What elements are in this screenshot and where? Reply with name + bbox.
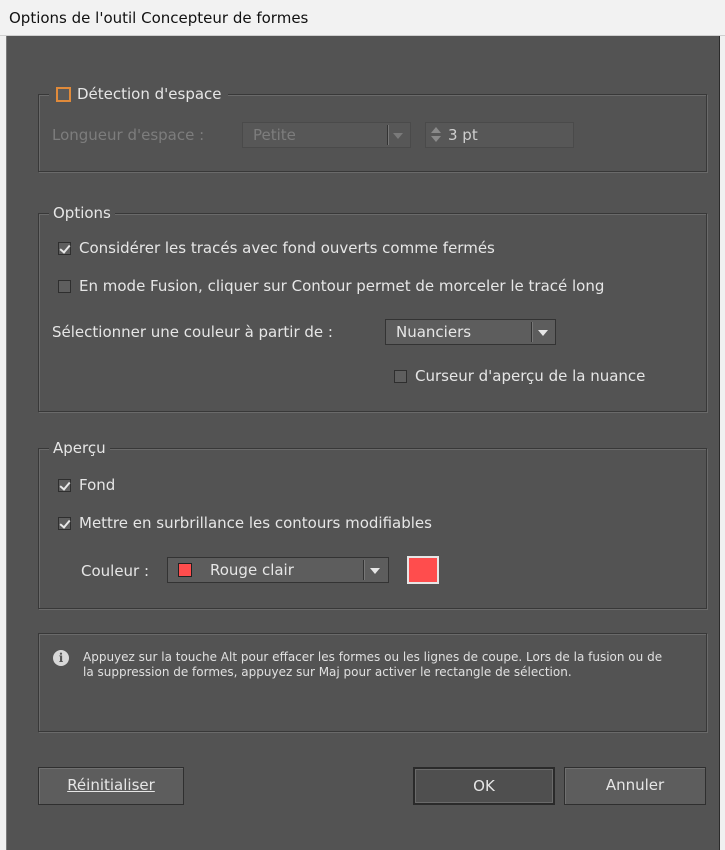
options-group: Options Considérer les tracés avec fond … <box>38 203 707 412</box>
highlight-label[interactable]: Mettre en surbrillance les contours modi… <box>79 513 432 533</box>
treat-open-checkbox[interactable] <box>58 242 71 255</box>
dialog-window: Options de l'outil Concepteur de formes … <box>0 0 725 850</box>
fill-label[interactable]: Fond <box>79 475 115 495</box>
chevron-down-icon <box>538 330 548 336</box>
chevron-down-icon <box>393 133 403 139</box>
color-dropdown[interactable]: Rouge clair <box>167 557 389 583</box>
chevron-down-icon <box>370 568 380 574</box>
gap-length-value: Petite <box>253 126 296 144</box>
dialog-body: Détection d'espace Longueur d'espace : P… <box>6 36 720 850</box>
gap-length-label: Longueur d'espace : <box>52 126 205 144</box>
title-bar[interactable]: Options de l'outil Concepteur de formes <box>0 0 725 36</box>
preview-group: Aperçu Fond Mettre en surbrillance les c… <box>38 438 707 609</box>
reset-button[interactable]: Réinitialiser <box>38 767 184 805</box>
info-box: i Appuyez sur la touche Alt pour effacer… <box>38 633 707 732</box>
gap-detection-group: Détection d'espace Longueur d'espace : P… <box>38 84 707 172</box>
color-value: Rouge clair <box>210 561 294 579</box>
merge-split-checkbox[interactable] <box>58 280 71 293</box>
ok-button-label: OK <box>473 777 495 795</box>
highlight-checkbox[interactable] <box>58 517 71 530</box>
dropdown-separator <box>387 125 388 145</box>
gap-detection-label: Détection d'espace <box>77 85 222 103</box>
pick-color-dropdown[interactable]: Nuanciers <box>385 319 556 345</box>
pick-color-value: Nuanciers <box>396 323 472 341</box>
treat-open-label[interactable]: Considérer les tracés avec fond ouverts … <box>79 238 495 258</box>
ok-button[interactable]: OK <box>413 767 555 805</box>
info-icon: i <box>53 650 69 666</box>
gap-length-spin-value: 3 pt <box>448 126 478 144</box>
info-text: Appuyez sur la touche Alt pour effacer l… <box>83 650 663 679</box>
color-swatch-small <box>178 563 192 577</box>
color-label: Couleur : <box>81 562 150 580</box>
window-frame-right <box>720 36 725 850</box>
cancel-button-label: Annuler <box>605 776 665 794</box>
cursor-preview-checkbox[interactable] <box>394 370 407 383</box>
spin-down-icon[interactable] <box>431 136 441 142</box>
gap-length-spinner[interactable]: 3 pt <box>425 122 574 148</box>
dialog-title: Options de l'outil Concepteur de formes <box>9 9 309 27</box>
spin-up-icon[interactable] <box>431 127 441 133</box>
cancel-button[interactable]: Annuler <box>564 767 706 805</box>
color-swatch-button[interactable] <box>407 556 439 584</box>
pick-color-label: Sélectionner une couleur à partir de : <box>52 323 333 341</box>
preview-legend: Aperçu <box>49 438 110 458</box>
merge-split-label[interactable]: En mode Fusion, cliquer sur Contour perm… <box>79 276 604 296</box>
reset-button-label: Réinitialiser <box>67 776 155 794</box>
gap-length-dropdown[interactable]: Petite <box>242 122 411 148</box>
cursor-preview-label[interactable]: Curseur d'aperçu de la nuance <box>415 366 645 386</box>
gap-detection-legend: Détection d'espace <box>49 84 228 104</box>
dropdown-separator <box>531 322 532 342</box>
fill-checkbox[interactable] <box>58 479 71 492</box>
gap-detection-checkbox[interactable] <box>56 87 71 102</box>
spinner-buttons[interactable] <box>430 126 442 144</box>
dropdown-separator <box>363 560 364 580</box>
options-legend: Options <box>49 203 115 223</box>
